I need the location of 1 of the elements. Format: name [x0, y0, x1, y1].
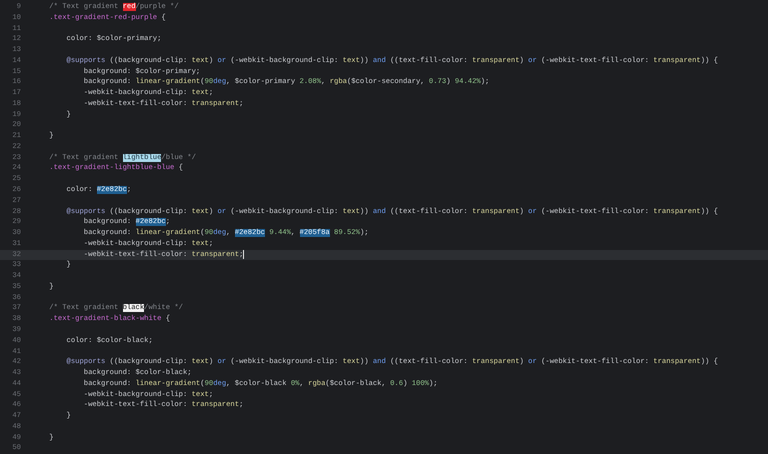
text-cursor — [243, 250, 244, 260]
